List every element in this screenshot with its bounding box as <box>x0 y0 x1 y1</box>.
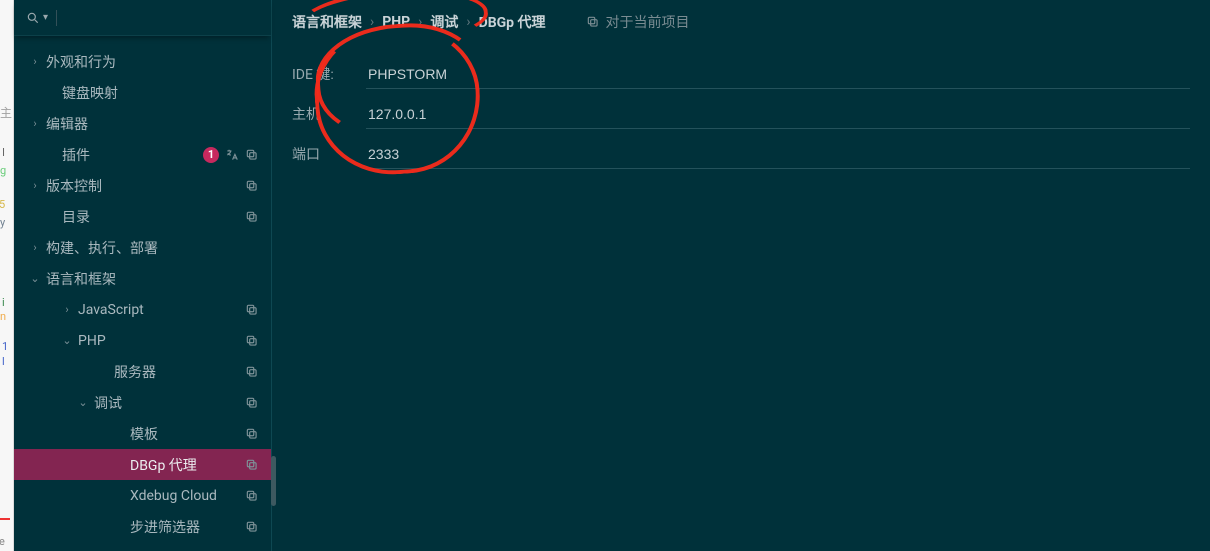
settings-tree-item[interactable]: › 外观和行为 <box>14 46 271 77</box>
settings-tree-item[interactable]: 服务器 <box>14 356 271 387</box>
host-label: 主机 <box>292 104 366 124</box>
port-label: 端口 <box>292 144 366 164</box>
settings-tree-item-label: 语言和框架 <box>46 269 259 289</box>
project-scope-icon <box>245 396 259 410</box>
settings-tree-item-selected[interactable]: DBGp 代理 <box>14 449 271 480</box>
settings-tree-item-label: DBGp 代理 <box>130 455 245 475</box>
ide-key-label: IDE 键: <box>292 64 366 84</box>
settings-tree-item-label: PHP <box>78 333 245 349</box>
breadcrumb-item[interactable]: 调试 <box>430 12 458 32</box>
project-scope-icon <box>245 458 259 472</box>
settings-tree-item-label: 服务器 <box>114 362 245 382</box>
translate-icon <box>225 148 239 162</box>
project-scope-icon <box>245 303 259 317</box>
settings-tree-item-label: 键盘映射 <box>62 83 259 103</box>
settings-tree-item-label: 步进筛选器 <box>130 517 245 537</box>
settings-tree-item-label: 版本控制 <box>46 176 245 196</box>
settings-search-row: ▾ <box>14 0 271 36</box>
ide-key-input[interactable] <box>366 60 1190 89</box>
project-scope-icon <box>245 148 259 162</box>
breadcrumb-item: DBGp 代理 <box>479 12 546 32</box>
settings-tree-item-label: Xdebug Cloud <box>130 488 245 504</box>
settings-tree-item-label: JavaScript <box>78 302 245 318</box>
project-scope-icon <box>245 427 259 441</box>
settings-tree-item-label: 模板 <box>130 424 245 444</box>
project-scope-icon <box>245 334 259 348</box>
settings-tree-item-label: 构建、执行、部署 <box>46 238 259 258</box>
search-separator <box>56 10 57 26</box>
settings-tree-item[interactable]: Xdebug Cloud <box>14 480 271 511</box>
for-current-project-label: 对于当前项目 <box>586 12 690 32</box>
host-input[interactable] <box>366 100 1190 129</box>
chevron-right-icon: › <box>418 14 422 30</box>
port-input[interactable] <box>366 140 1190 169</box>
breadcrumb-item[interactable]: PHP <box>382 14 410 30</box>
search-icon[interactable] <box>26 11 40 25</box>
settings-tree-item[interactable]: 键盘映射 <box>14 77 271 108</box>
chevron-right-icon: › <box>370 14 374 30</box>
chevron-right-icon: › <box>28 241 42 254</box>
settings-tree-item-label: 编辑器 <box>46 114 259 134</box>
gutter-label: 主 <box>0 104 12 121</box>
for-current-project-text: 对于当前项目 <box>606 12 690 32</box>
dbgp-form: IDE 键: 主机 端口 <box>292 54 1190 174</box>
project-scope-icon <box>245 179 259 193</box>
settings-sidebar: ▾ › 外观和行为键盘映射 › 编辑器插件1 › 版本控制目录 › 构建、执行、部署 ⌄ 语言和框… <box>14 0 272 551</box>
settings-tree-item[interactable]: › 编辑器 <box>14 108 271 139</box>
settings-tree-item-label: 插件 <box>62 145 203 165</box>
search-options-caret-icon[interactable]: ▾ <box>43 12 48 23</box>
chevron-down-icon: ⌄ <box>76 396 90 409</box>
copy-icon <box>586 15 600 29</box>
project-scope-icon <box>245 489 259 503</box>
settings-tree-item-label: 目录 <box>62 207 245 227</box>
chevron-down-icon: ⌄ <box>28 272 42 285</box>
chevron-right-icon: › <box>28 117 42 130</box>
project-scope-icon <box>245 520 259 534</box>
chevron-right-icon: › <box>466 14 470 30</box>
settings-tree-item[interactable]: ⌄ 语言和框架 <box>14 263 271 294</box>
settings-content: 语言和框架 › PHP › 调试 › DBGp 代理 对于当前项目 IDE 键:… <box>272 0 1210 551</box>
background-gutter: 主 I g 5 y i n 1 l e <box>0 0 14 551</box>
settings-tree-item[interactable]: › JavaScript <box>14 294 271 325</box>
breadcrumb: 语言和框架 › PHP › 调试 › DBGp 代理 对于当前项目 <box>292 12 1190 32</box>
settings-tree-item-label: 调试 <box>94 393 245 413</box>
settings-tree-item-label: 外观和行为 <box>46 52 259 72</box>
project-scope-icon <box>245 365 259 379</box>
settings-tree[interactable]: › 外观和行为键盘映射 › 编辑器插件1 › 版本控制目录 › 构建、执行、部署 ⌄ 语言和框架 ›… <box>14 36 271 551</box>
chevron-right-icon: › <box>28 179 42 192</box>
settings-tree-item[interactable]: 目录 <box>14 201 271 232</box>
chevron-right-icon: › <box>28 55 42 68</box>
settings-tree-item[interactable]: › 版本控制 <box>14 170 271 201</box>
settings-tree-item[interactable]: 步进筛选器 <box>14 511 271 542</box>
settings-tree-item[interactable]: ⌄ PHP <box>14 325 271 356</box>
settings-tree-item[interactable]: 插件1 <box>14 139 271 170</box>
settings-tree-item[interactable]: ⌄ 调试 <box>14 387 271 418</box>
project-scope-icon <box>245 210 259 224</box>
chevron-right-icon: › <box>60 303 74 316</box>
settings-tree-item[interactable]: › 构建、执行、部署 <box>14 232 271 263</box>
update-count-badge: 1 <box>203 147 219 163</box>
breadcrumb-item[interactable]: 语言和框架 <box>292 12 362 32</box>
chevron-down-icon: ⌄ <box>60 334 74 347</box>
settings-tree-item[interactable]: 模板 <box>14 418 271 449</box>
